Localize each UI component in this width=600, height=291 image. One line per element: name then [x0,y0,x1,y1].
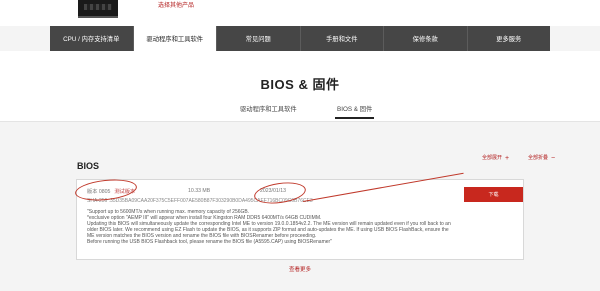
subtab-bar: 驱动程序和工具软件 BIOS & 固件 [0,104,600,120]
section-heading: BIOS [77,161,100,171]
tab-cpu-memory[interactable]: CPU / 内存支持清单 [50,26,134,51]
tab-warranty[interactable]: 保修条款 [384,26,468,51]
description-line: Updating this BIOS will simultaneously u… [87,220,451,239]
collapse-all-label: 全部折叠 [528,155,549,161]
support-tab-bar: CPU / 内存支持清单 驱动程序和工具软件 常见问题 手册和文件 保修条款 更… [50,26,550,51]
product-image [78,0,118,18]
version-label: 版本 0805 [87,189,111,195]
tab-drivers-tools[interactable]: 驱动程序和工具软件 [133,26,217,51]
collapse-all-link[interactable]: 全部折叠 − [528,154,555,162]
description-line: Before running the USB BIOS Flashback to… [87,238,332,245]
page-title: BIOS & 固件 [260,77,340,92]
download-button[interactable]: 下载 [464,187,523,202]
minus-icon: − [551,155,556,162]
tab-manuals[interactable]: 手册和文件 [301,26,384,51]
top-strip: 选择其他产品 [0,0,600,26]
tab-faq[interactable]: 常见问题 [217,26,301,51]
tab-more-services[interactable]: 更多服务 [468,26,551,51]
subtab-drivers-tools[interactable]: 驱动程序和工具软件 [240,104,297,113]
bios-download-card: 版本 0805 测试版本 10.33 MB 2023/01/13 SHA-256 … [74,172,524,260]
beta-badge: 测试版本 [114,189,136,195]
view-more-link[interactable]: 查看更多 [0,265,600,273]
release-date: 2023/01/13 [260,188,286,194]
subtab-bios-firmware[interactable]: BIOS & 固件 [334,104,375,119]
annotation-line [302,172,464,202]
expand-all-label: 全部展开 [482,155,503,161]
bios-description: "Support up to 5600MT/s when running max… [87,209,457,245]
main-content: BIOS & 固件 驱动程序和工具软件 BIOS & 固件 BIOS 全部展开 +… [0,51,600,291]
plus-icon: + [505,155,510,162]
expand-all-link[interactable]: 全部展开 + [482,154,509,162]
bios-version: 版本 0805 测试版本 [87,188,135,195]
select-product-link[interactable]: 选择其他产品 [158,0,194,9]
file-size: 10.33 MB [188,188,211,194]
bios-section: BIOS 全部展开 + 全部折叠 − 版本 0805 测试版本 10.33 MB 20… [0,121,600,291]
sha256-checksum: SHA-256 :35D35BA09CAA20F375C5EFF007AE580… [87,198,313,204]
